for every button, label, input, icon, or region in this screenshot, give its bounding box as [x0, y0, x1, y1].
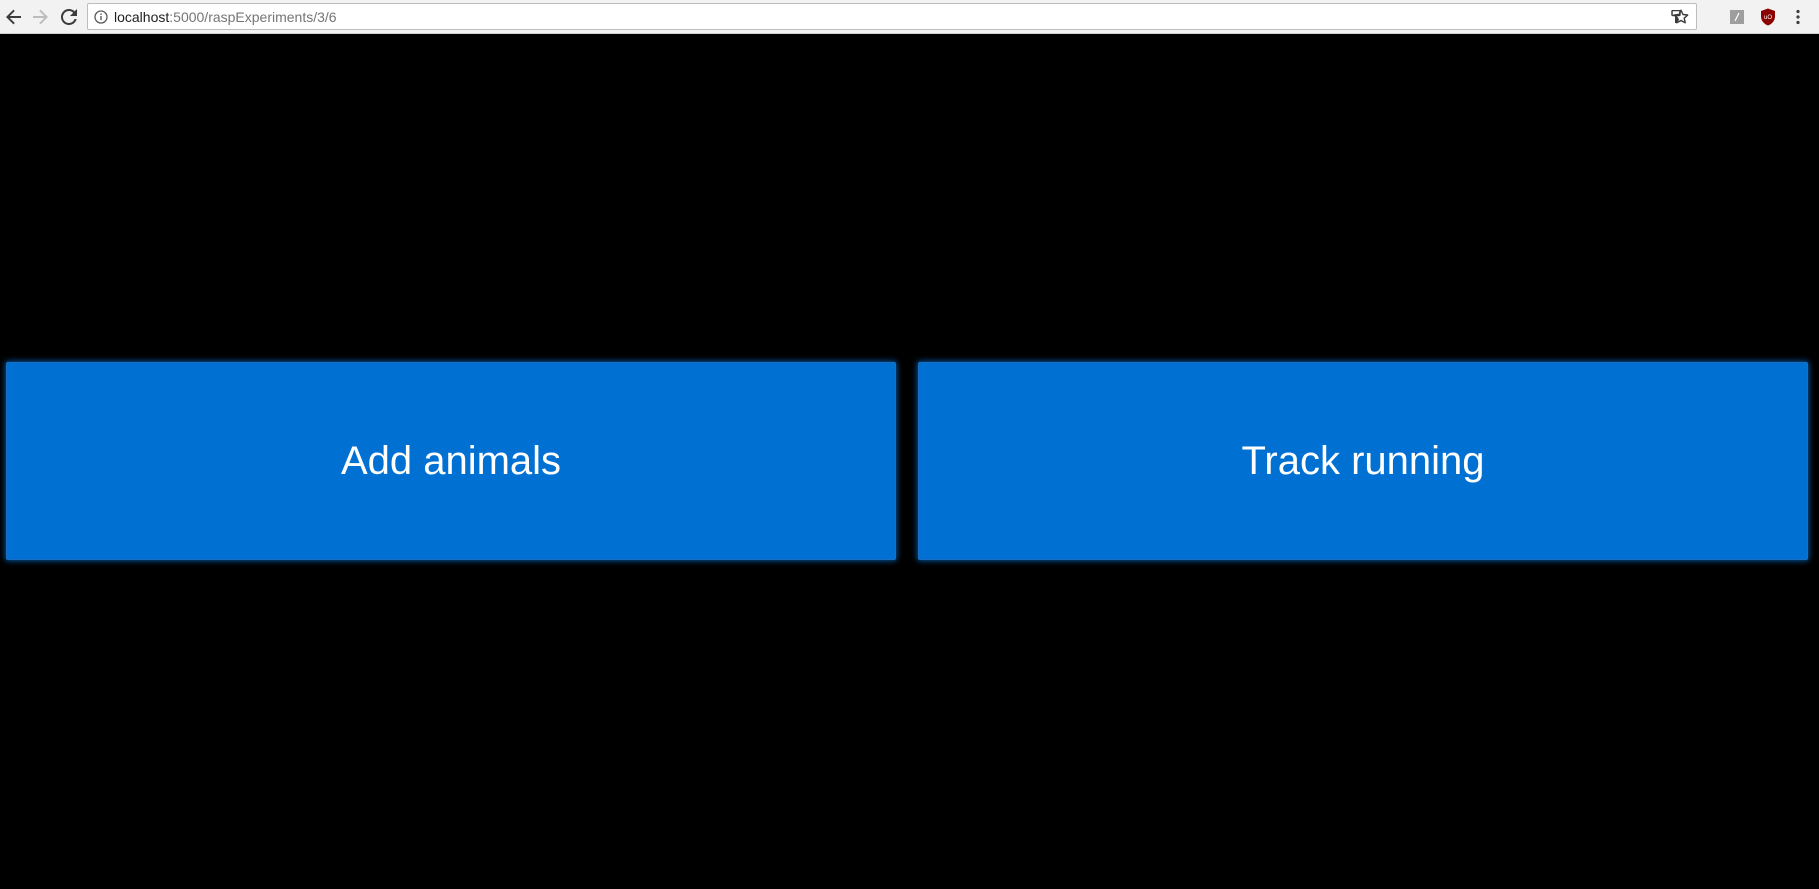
track-running-label: Track running [1241, 438, 1485, 483]
kebab-menu-icon [1796, 9, 1800, 25]
star-icon [1673, 9, 1689, 24]
bookmark-button[interactable] [1672, 8, 1690, 26]
ublock-button[interactable]: uO [1758, 7, 1778, 27]
add-animals-label: Add animals [340, 438, 562, 483]
page-content: Add animals Track running [0, 34, 1819, 889]
info-icon[interactable] [94, 10, 108, 24]
arrow-right-icon [33, 9, 48, 25]
extension-button[interactable] [1727, 7, 1747, 27]
menu-button[interactable] [1788, 7, 1808, 27]
svg-text:uO: uO [1764, 15, 1772, 21]
reload-icon [61, 9, 77, 25]
reload-button[interactable] [57, 5, 81, 29]
url-path: :5000/raspExperiments/3/6 [169, 9, 337, 25]
browser-toolbar: localhost:5000/raspExperiments/3/6 uO [0, 0, 1819, 34]
extension-icon [1730, 10, 1744, 24]
arrow-left-icon [6, 9, 21, 25]
shield-icon: uO [1761, 8, 1775, 26]
address-bar[interactable]: localhost:5000/raspExperiments/3/6 [87, 3, 1697, 30]
url-text[interactable]: localhost:5000/raspExperiments/3/6 [114, 9, 337, 25]
forward-button[interactable] [28, 5, 52, 29]
track-running-button[interactable]: Track running [918, 362, 1808, 560]
back-button[interactable] [2, 5, 26, 29]
url-host: localhost [114, 9, 170, 25]
add-animals-button[interactable]: Add animals [6, 362, 896, 560]
